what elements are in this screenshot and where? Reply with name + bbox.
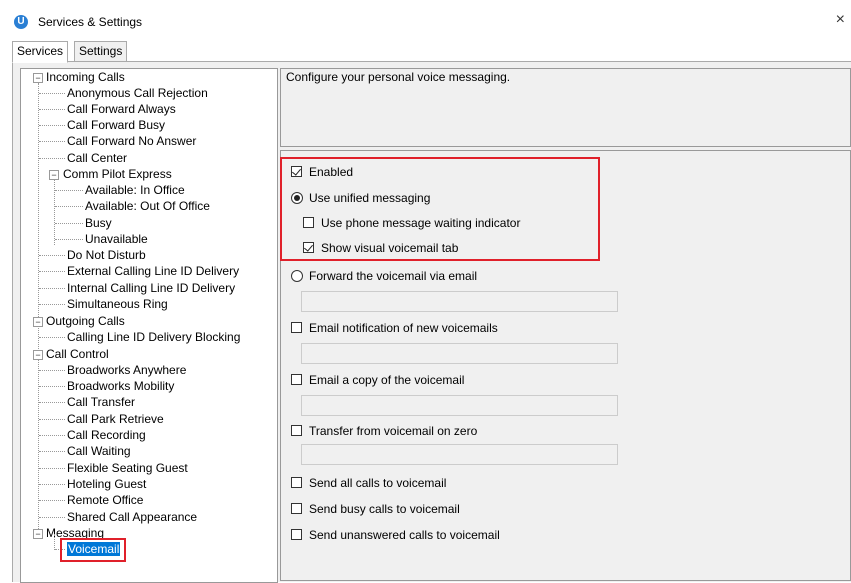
- enabled-label: Enabled: [309, 165, 354, 179]
- tree-item-available-in-office[interactable]: Available: In Office: [85, 182, 185, 198]
- tree-item-broadworks-mobility[interactable]: Broadworks Mobility: [67, 378, 174, 394]
- tree-group-call-control[interactable]: Call Control: [46, 346, 109, 362]
- tree-item-internal-calling-line-id-delivery[interactable]: Internal Calling Line ID Delivery: [67, 280, 235, 296]
- tab-services[interactable]: Services: [12, 41, 69, 63]
- use-unified-radio[interactable]: [291, 192, 303, 204]
- email-copy-checkbox[interactable]: [291, 374, 302, 385]
- tree-item-remote-office[interactable]: Remote Office: [67, 492, 143, 508]
- tree-item-simultaneous-ring[interactable]: Simultaneous Ring: [67, 296, 168, 312]
- send-busy-checkbox[interactable]: [291, 503, 302, 514]
- tree-item-broadworks-anywhere[interactable]: Broadworks Anywhere: [67, 362, 186, 378]
- transfer-zero-checkbox[interactable]: [291, 425, 302, 436]
- forward-email-radio[interactable]: [291, 270, 303, 282]
- collapse-icon[interactable]: −: [33, 73, 43, 83]
- tree-item-available-out-of-office[interactable]: Available: Out Of Office: [85, 198, 210, 214]
- email-copy-field[interactable]: [301, 395, 618, 416]
- voicemail-selected-label: Voicemail: [67, 542, 121, 556]
- tree-item-busy[interactable]: Busy: [85, 215, 112, 231]
- tree-item-voicemail[interactable]: Voicemail: [67, 541, 121, 557]
- collapse-icon[interactable]: −: [49, 170, 59, 180]
- send-unanswered-label: Send unanswered calls to voicemail: [309, 528, 500, 542]
- transfer-zero-field[interactable]: [301, 444, 618, 465]
- send-all-label: Send all calls to voicemail: [309, 476, 447, 490]
- close-icon[interactable]: ×: [836, 11, 845, 29]
- tree-item-call-forward-always[interactable]: Call Forward Always: [67, 101, 176, 117]
- collapse-icon[interactable]: −: [33, 317, 43, 327]
- tree-group-incoming-calls[interactable]: Incoming Calls: [46, 69, 125, 85]
- send-busy-label: Send busy calls to voicemail: [309, 502, 460, 516]
- email-notify-checkbox[interactable]: [291, 322, 302, 333]
- send-all-checkbox[interactable]: [291, 477, 302, 488]
- app-logo-icon: U: [14, 15, 28, 29]
- email-copy-label: Email a copy of the voicemail: [309, 373, 465, 387]
- tree-group-comm-pilot-express[interactable]: Comm Pilot Express: [63, 166, 172, 182]
- transfer-zero-label: Transfer from voicemail on zero: [309, 424, 478, 438]
- email-notify-field[interactable]: [301, 343, 618, 364]
- collapse-icon[interactable]: −: [33, 529, 43, 539]
- tree-item-external-calling-line-id-delivery[interactable]: External Calling Line ID Delivery: [67, 263, 239, 279]
- services-tree[interactable]: − Incoming Calls Anonymous Call Rejectio…: [20, 68, 278, 583]
- tree-item-call-forward-no-answer[interactable]: Call Forward No Answer: [67, 133, 196, 149]
- use-unified-label: Use unified messaging: [309, 191, 431, 205]
- title-bar: U Services & Settings ×: [0, 0, 851, 38]
- email-notify-label: Email notification of new voicemails: [309, 321, 498, 335]
- description-panel: Configure your personal voice messaging.: [280, 68, 851, 147]
- tree-group-outgoing-calls[interactable]: Outgoing Calls: [46, 313, 125, 329]
- tree-item-do-not-disturb[interactable]: Do Not Disturb: [67, 247, 146, 263]
- tree-item-call-waiting[interactable]: Call Waiting: [67, 443, 131, 459]
- tree-item-calling-line-id-delivery-blocking[interactable]: Calling Line ID Delivery Blocking: [67, 329, 240, 345]
- tree-item-hoteling-guest[interactable]: Hoteling Guest: [67, 476, 146, 492]
- tab-settings[interactable]: Settings: [74, 41, 128, 62]
- collapse-icon[interactable]: −: [33, 350, 43, 360]
- visual-vm-checkbox[interactable]: [303, 242, 314, 253]
- phone-mwi-label: Use phone message waiting indicator: [321, 216, 521, 230]
- description-text: Configure your personal voice messaging.: [286, 70, 511, 84]
- enabled-checkbox[interactable]: [291, 166, 302, 177]
- tree-item-call-recording[interactable]: Call Recording: [67, 427, 146, 443]
- tree-item-unavailable[interactable]: Unavailable: [85, 231, 148, 247]
- tree-item-call-transfer[interactable]: Call Transfer: [67, 394, 135, 410]
- tree-item-flexible-seating-guest[interactable]: Flexible Seating Guest: [67, 460, 188, 476]
- send-unanswered-checkbox[interactable]: [291, 529, 302, 540]
- tree-item-call-park-retrieve[interactable]: Call Park Retrieve: [67, 411, 164, 427]
- tree-item-call-center[interactable]: Call Center: [67, 150, 127, 166]
- visual-vm-label: Show visual voicemail tab: [321, 241, 459, 255]
- forward-email-label: Forward the voicemail via email: [309, 269, 478, 283]
- window-title: Services & Settings: [38, 15, 143, 29]
- forward-email-field[interactable]: [301, 291, 618, 312]
- tree-item-call-forward-busy[interactable]: Call Forward Busy: [67, 117, 165, 133]
- tree-item-shared-call-appearance[interactable]: Shared Call Appearance: [67, 509, 197, 525]
- phone-mwi-checkbox[interactable]: [303, 217, 314, 228]
- tree-item-anonymous-call-rejection[interactable]: Anonymous Call Rejection: [67, 85, 208, 101]
